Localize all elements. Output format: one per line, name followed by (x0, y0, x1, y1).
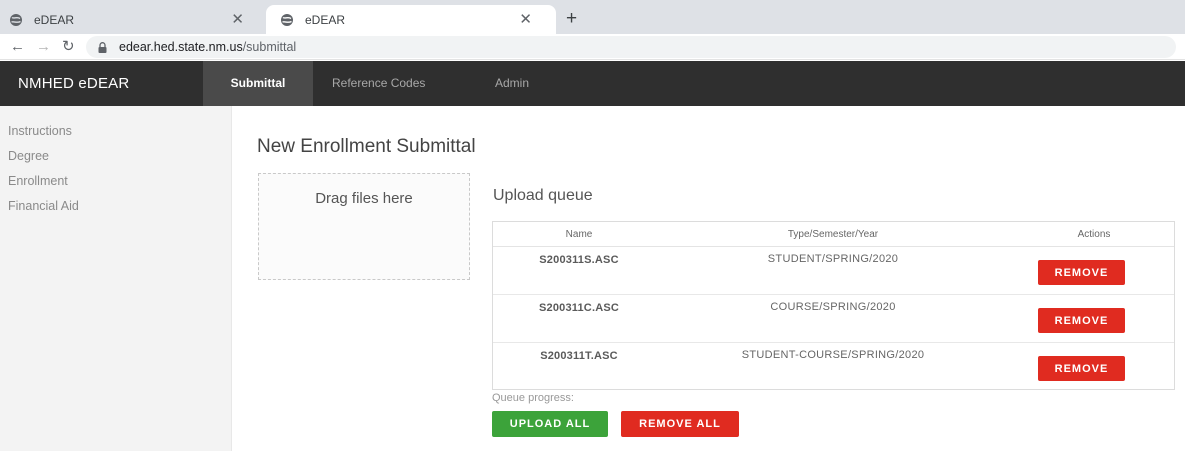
browser-tab-bar: eDEAR ✕ eDEAR ✕ + (0, 0, 1185, 34)
app-brand[interactable]: NMHED eDEAR (18, 61, 129, 106)
column-header-type: Type/Semester/Year (787, 229, 879, 240)
dropzone-label: Drag files here (315, 190, 413, 207)
forward-arrow-icon[interactable]: → (36, 38, 51, 56)
url-path: /submittal (242, 40, 297, 54)
file-type: STUDENT/SPRING/2020 (767, 253, 899, 265)
browser-tab-active[interactable]: eDEAR ✕ (266, 5, 556, 34)
upload-queue-table: Name Type/Semester/Year Actions S200311S… (492, 221, 1175, 390)
remove-button[interactable]: REMOVE (1038, 260, 1125, 285)
queue-title: Upload queue (493, 187, 593, 204)
tab-title: eDEAR (305, 12, 346, 27)
tab-admin[interactable]: Admin (495, 61, 529, 106)
table-row: S200311S.ASC STUDENT/SPRING/2020 REMOVE (493, 247, 1174, 295)
page-title: New Enrollment Submittal (257, 136, 476, 157)
browser-tab[interactable]: eDEAR ✕ (0, 5, 266, 34)
reload-icon[interactable]: ↻ (62, 38, 75, 56)
upload-all-button[interactable]: UPLOAD ALL (492, 411, 608, 437)
sidebar-item-enrollment[interactable]: Enrollment (8, 174, 68, 188)
lock-icon (98, 41, 107, 53)
app-navbar: NMHED eDEAR Submittal Reference Codes Ad… (0, 61, 1185, 106)
tab-close-icon[interactable]: ✕ (231, 12, 244, 27)
file-name: S200311T.ASC (540, 350, 618, 362)
remove-button[interactable]: REMOVE (1038, 356, 1125, 381)
table-row: S200311C.ASC COURSE/SPRING/2020 REMOVE (493, 295, 1174, 343)
remove-button[interactable]: REMOVE (1038, 308, 1125, 333)
tab-submittal[interactable]: Submittal (203, 61, 313, 106)
globe-icon (10, 13, 22, 26)
tab-reference-codes[interactable]: Reference Codes (332, 61, 425, 106)
back-arrow-icon[interactable]: ← (10, 38, 25, 56)
sidebar-item-instructions[interactable]: Instructions (8, 124, 72, 138)
plus-icon[interactable]: + (566, 9, 577, 28)
sidebar-item-financial-aid[interactable]: Financial Aid (8, 199, 79, 213)
remove-all-button[interactable]: REMOVE ALL (621, 411, 739, 437)
tab-close-icon[interactable]: ✕ (519, 12, 532, 27)
sidebar: Instructions Degree Enrollment Financial… (0, 106, 232, 451)
tab-title: eDEAR (34, 12, 75, 27)
table-header: Name Type/Semester/Year Actions (493, 222, 1174, 247)
file-name: S200311S.ASC (539, 254, 619, 266)
url-host: edear.hed.state.nm.us (119, 40, 243, 54)
file-type: COURSE/SPRING/2020 (770, 301, 896, 313)
queue-progress-label: Queue progress: (492, 392, 574, 404)
file-type: STUDENT-COURSE/SPRING/2020 (741, 349, 925, 361)
table-row: S200311T.ASC STUDENT-COURSE/SPRING/2020 … (493, 343, 1174, 391)
address-bar: ← → ↻ edear.hed.state.nm.us/submittal (0, 34, 1185, 60)
sidebar-item-degree[interactable]: Degree (8, 149, 49, 163)
file-name: S200311C.ASC (538, 302, 620, 314)
column-header-name: Name (565, 229, 593, 240)
globe-icon (281, 13, 293, 26)
url-input[interactable]: edear.hed.state.nm.us/submittal (86, 36, 1176, 58)
file-dropzone[interactable]: Drag files here (258, 173, 470, 280)
column-header-actions: Actions (1077, 229, 1111, 240)
